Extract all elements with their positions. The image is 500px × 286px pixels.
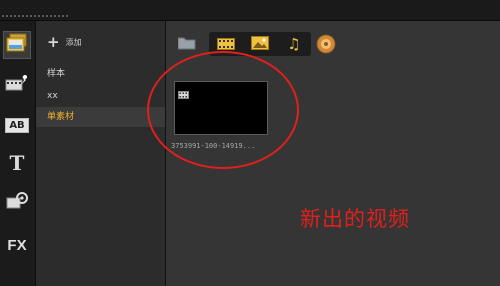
library-item-selected[interactable]: 单素材 — [36, 107, 165, 127]
folder-icon[interactable] — [177, 35, 196, 54]
library-panel: + 添加 样本 xx 单素材 — [36, 21, 166, 286]
video-filter-icon — [217, 35, 235, 54]
show-video-button[interactable] — [212, 35, 240, 53]
add-folder-button[interactable]: + 添加 — [47, 34, 82, 50]
text-button[interactable]: T — [3, 149, 31, 177]
title-ab-button[interactable]: AB — [3, 111, 31, 139]
media-library-button[interactable] — [3, 31, 31, 59]
video-clip-icon — [178, 84, 189, 103]
text-t-icon: T — [9, 151, 25, 175]
add-label: 添加 — [65, 37, 82, 47]
drag-grip[interactable] — [2, 15, 68, 17]
sort-icon[interactable] — [316, 34, 336, 58]
media-filter-toolbar: ♫ — [209, 32, 311, 56]
fx-filter-icon: FX — [7, 236, 27, 254]
clip-filename: 3753991-100-14919... — [171, 142, 256, 150]
transition-icon — [5, 73, 29, 97]
audio-filter-icon: ♫ — [287, 35, 301, 53]
library-item[interactable]: xx — [36, 86, 165, 106]
plus-icon: + — [47, 33, 60, 51]
annotation-label: 新出的视频 — [300, 207, 410, 231]
transition-button[interactable] — [3, 71, 31, 99]
show-audio-button[interactable]: ♫ — [280, 35, 308, 53]
title-bar — [0, 0, 500, 21]
title-ab-icon: AB — [5, 117, 29, 133]
left-tool-rail: AB T FX — [0, 21, 36, 286]
show-image-button[interactable] — [246, 35, 274, 53]
image-filter-icon — [251, 35, 269, 54]
media-panel: ♫ 3753991-100-14919... — [166, 21, 500, 286]
filter-button[interactable]: FX — [3, 231, 31, 259]
library-item[interactable]: 样本 — [36, 64, 165, 84]
graphics-button[interactable] — [3, 188, 31, 216]
video-clip-thumbnail[interactable] — [174, 81, 268, 135]
graphics-icon — [5, 190, 29, 214]
media-library-icon — [5, 33, 29, 57]
